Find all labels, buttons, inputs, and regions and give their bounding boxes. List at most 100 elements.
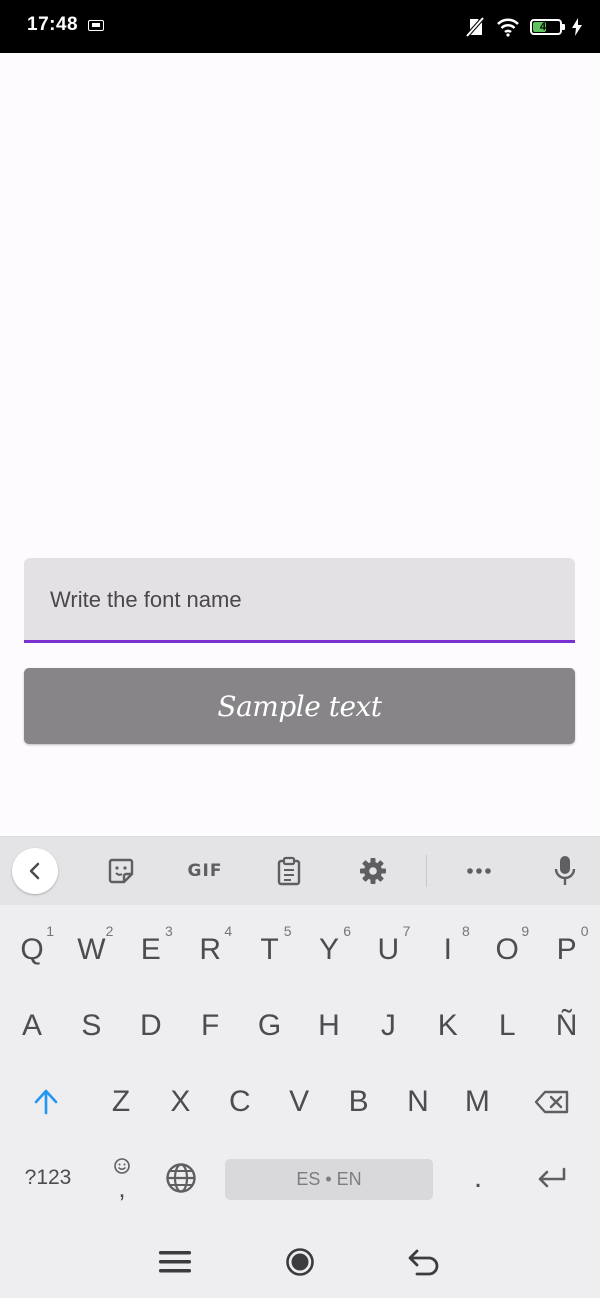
microphone-icon: [554, 856, 576, 885]
key-label: P: [556, 933, 577, 966]
key-q[interactable]: Q1: [4, 917, 60, 983]
key-c[interactable]: C: [212, 1069, 268, 1135]
backspace-key[interactable]: [522, 1069, 582, 1135]
key-label: Y: [318, 933, 339, 966]
key-hint: 4: [224, 923, 233, 939]
key-label: U: [377, 933, 400, 966]
key-x[interactable]: X: [152, 1069, 208, 1135]
navigation-bar: [0, 1226, 600, 1298]
key-hint: 1: [46, 923, 54, 939]
key-hint: 5: [283, 923, 292, 939]
key-hint: 8: [462, 923, 470, 939]
wifi-icon: [497, 18, 519, 37]
key-hint: 6: [343, 923, 351, 939]
toolbar-divider: [426, 855, 427, 887]
sample-text-label: Sample text: [217, 689, 382, 723]
sample-text-button[interactable]: Sample text: [24, 668, 575, 744]
shift-arrow-icon: [34, 1089, 58, 1115]
key-label: L: [498, 1009, 516, 1042]
charging-icon: [572, 18, 582, 36]
key-p[interactable]: P0: [539, 917, 595, 983]
key-label: X: [170, 1085, 191, 1118]
key-label: M: [464, 1085, 490, 1118]
gear-icon: [360, 858, 386, 884]
recents-button[interactable]: [155, 1246, 195, 1278]
back-button[interactable]: [404, 1244, 444, 1280]
key-r[interactable]: R4: [182, 917, 238, 983]
key-label: H: [318, 1009, 340, 1042]
comma-label: ,: [118, 1173, 126, 1203]
key-v[interactable]: V: [271, 1069, 327, 1135]
key-label: Ñ: [555, 1009, 578, 1042]
toolbar-back-button[interactable]: [12, 848, 58, 894]
key-t[interactable]: T5: [242, 917, 298, 983]
key-label: B: [348, 1085, 369, 1118]
key-w[interactable]: W2: [63, 917, 119, 983]
font-name-input[interactable]: [50, 582, 530, 618]
key-label: J: [380, 1009, 396, 1042]
key-a[interactable]: A: [4, 993, 60, 1059]
key-o[interactable]: O9: [479, 917, 535, 983]
battery-icon: 49: [530, 19, 565, 35]
emoji-comma-key[interactable]: ,: [94, 1145, 150, 1211]
voice-input-button[interactable]: [548, 853, 582, 889]
key-hint: 3: [165, 923, 173, 939]
more-horizontal-icon: [467, 868, 491, 874]
key-label: S: [81, 1009, 102, 1042]
key-m[interactable]: M: [449, 1069, 505, 1135]
key-label: R: [199, 933, 222, 966]
keyboard-notification-icon: [88, 20, 104, 31]
key-h[interactable]: H: [301, 993, 357, 1059]
key-label: F: [201, 1009, 220, 1042]
key-hint: 0: [580, 923, 589, 939]
key-n[interactable]: N: [390, 1069, 446, 1135]
soft-keyboard: G I F Q 1 W 2 E 3 R 4 T 5 Y 6 U 7 I 8 O 9 …: [0, 836, 600, 1227]
key-label: I: [443, 933, 452, 966]
key-ñ[interactable]: Ñ: [539, 993, 595, 1059]
key-z[interactable]: Z: [93, 1069, 149, 1135]
enter-key[interactable]: [522, 1145, 582, 1211]
key-hint: 7: [402, 923, 411, 939]
key-label: Z: [111, 1085, 131, 1118]
key-j[interactable]: J: [360, 993, 416, 1059]
key-label: C: [228, 1085, 251, 1118]
key-label: Q: [20, 933, 44, 966]
battery-level: 49: [539, 21, 553, 33]
menu-icon: [159, 1251, 191, 1273]
symbols-key[interactable]: ?123: [18, 1145, 78, 1211]
home-button[interactable]: [280, 1244, 320, 1280]
more-button[interactable]: [462, 853, 496, 889]
space-key[interactable]: ES • EN: [225, 1159, 433, 1200]
shift-key[interactable]: [18, 1069, 74, 1135]
enter-icon: [538, 1167, 566, 1188]
key-s[interactable]: S: [63, 993, 119, 1059]
key-i[interactable]: I8: [420, 917, 476, 983]
key-b[interactable]: B: [331, 1069, 387, 1135]
key-e[interactable]: E3: [123, 917, 179, 983]
settings-button[interactable]: [356, 853, 390, 889]
language-key[interactable]: [153, 1145, 209, 1211]
key-u[interactable]: U7: [360, 917, 416, 983]
key-f[interactable]: F: [182, 993, 238, 1059]
key-y[interactable]: Y6: [301, 917, 357, 983]
key-g[interactable]: G: [242, 993, 298, 1059]
key-label: D: [139, 1009, 162, 1042]
key-d[interactable]: D: [123, 993, 179, 1059]
gif-button[interactable]: GIF: [184, 853, 226, 889]
clipboard-icon: [277, 856, 301, 886]
status-time: 17:48: [27, 14, 79, 35]
key-k[interactable]: K: [420, 993, 476, 1059]
key-l[interactable]: L: [479, 993, 535, 1059]
keyboard-toolbar: GIF: [0, 837, 600, 905]
key-hint: 9: [521, 923, 530, 939]
sticker-icon: [108, 858, 134, 884]
sticker-button[interactable]: [104, 853, 138, 889]
chevron-left-icon: [29, 862, 40, 880]
period-key[interactable]: .: [450, 1145, 506, 1211]
status-icons: 49: [464, 14, 582, 40]
key-label: W: [77, 933, 106, 966]
font-name-field[interactable]: [24, 558, 575, 643]
status-bar: 17:48 49: [0, 0, 600, 53]
clipboard-button[interactable]: [272, 853, 306, 889]
key-label: A: [21, 1009, 42, 1042]
